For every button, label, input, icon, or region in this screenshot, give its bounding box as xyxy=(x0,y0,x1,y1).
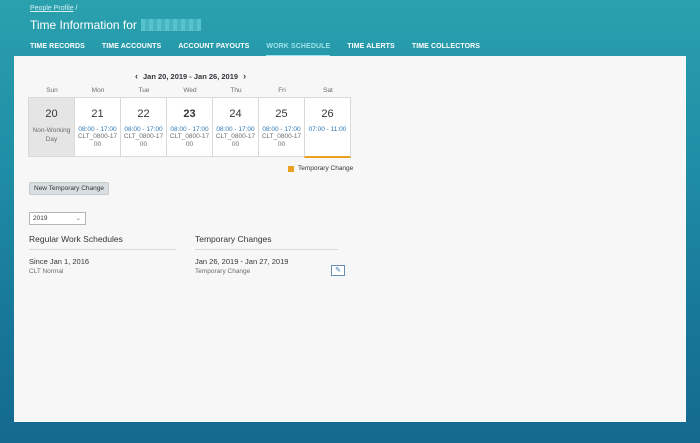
temporary-change-name: Temporary Change xyxy=(195,268,251,275)
pencil-icon[interactable]: ✎ xyxy=(331,265,345,276)
year-select-value: 2019 xyxy=(33,215,48,222)
shift-code: CLT_0800-1700 xyxy=(169,133,210,148)
chevron-left-icon[interactable]: ‹ xyxy=(130,71,143,81)
legend-label: Temporary Change xyxy=(298,165,354,172)
legend-swatch xyxy=(288,165,294,172)
day-name: Sat xyxy=(323,87,333,94)
non-working-day-label: Non-Working Day xyxy=(32,127,71,143)
day-column-thu: Thu 24 08:00 - 17:00 CLT_0800-1700 xyxy=(212,87,259,158)
shift-time: 08:00 - 17:00 xyxy=(124,126,163,133)
day-number: 25 xyxy=(275,108,288,120)
day-name: Sun xyxy=(46,87,58,94)
day-name: Tue xyxy=(138,87,150,94)
day-cell-wed[interactable]: 23 08:00 - 17:00 CLT_0800-1700 xyxy=(166,97,213,157)
new-temporary-change-button[interactable]: New Temporary Change xyxy=(29,182,109,195)
shift-time: 08:00 - 17:00 xyxy=(262,126,301,133)
day-cell-mon[interactable]: 21 08:00 - 17:00 CLT_0800-1700 xyxy=(74,97,121,157)
legend: Temporary Change xyxy=(288,165,353,172)
day-number: 26 xyxy=(321,108,334,120)
shift-code: CLT_0800-1700 xyxy=(261,133,302,148)
day-cell-fri[interactable]: 25 08:00 - 17:00 CLT_0800-1700 xyxy=(258,97,305,157)
day-cell-tue[interactable]: 22 08:00 - 17:00 CLT_0800-1700 xyxy=(120,97,167,157)
day-name: Wed xyxy=(183,87,197,94)
shift-code: CLT_0800-1700 xyxy=(77,133,118,148)
chevron-down-icon: ⌄ xyxy=(75,215,81,222)
temporary-change-range: Jan 26, 2019 - Jan 27, 2019 xyxy=(195,257,289,266)
breadcrumb: People Profile / xyxy=(30,5,78,12)
tab-time-records[interactable]: TIME RECORDS xyxy=(30,43,85,57)
day-cell-thu[interactable]: 24 08:00 - 17:00 CLT_0800-1700 xyxy=(212,97,259,157)
day-number-today: 23 xyxy=(183,108,196,120)
regular-since: Since Jan 1, 2016 xyxy=(29,257,90,266)
tab-time-collectors[interactable]: TIME COLLECTORS xyxy=(412,43,480,57)
day-name: Fri xyxy=(278,87,286,94)
shift-code: CLT_0800-1700 xyxy=(215,133,256,148)
day-name: Thu xyxy=(230,87,242,94)
day-column-mon: Mon 21 08:00 - 17:00 CLT_0800-1700 xyxy=(74,87,121,158)
day-number: 22 xyxy=(137,108,150,120)
day-cell-sat[interactable]: 26 07:00 - 11:00 xyxy=(304,97,351,158)
redacted-name xyxy=(140,19,201,31)
year-select[interactable]: 2019 ⌄ xyxy=(29,212,86,225)
breadcrumb-separator: / xyxy=(75,5,78,12)
day-column-wed: Wed 23 08:00 - 17:00 CLT_0800-1700 xyxy=(166,87,213,158)
tab-bar: TIME RECORDS TIME ACCOUNTS ACCOUNT PAYOU… xyxy=(30,43,497,57)
shift-time: 08:00 - 17:00 xyxy=(170,126,209,133)
week-range: Jan 20, 2019 - Jan 26, 2019 xyxy=(143,71,239,81)
breadcrumb-people-profile-link[interactable]: People Profile xyxy=(30,5,74,12)
temporary-changes-divider xyxy=(195,249,338,250)
day-column-tue: Tue 22 08:00 - 17:00 CLT_0800-1700 xyxy=(120,87,167,158)
day-column-sun: Sun 20 Non-Working Day xyxy=(28,87,75,158)
regular-schedules-title: Regular Work Schedules xyxy=(29,234,123,244)
shift-time: 08:00 - 17:00 xyxy=(78,126,117,133)
page-title: Time Information for xyxy=(30,18,201,32)
shift-time: 08:00 - 17:00 xyxy=(216,126,255,133)
day-number: 21 xyxy=(91,108,104,120)
content-panel: ‹ Jan 20, 2019 - Jan 26, 2019 › Sun 20 N… xyxy=(14,56,686,422)
page-title-text: Time Information for xyxy=(30,18,137,32)
tab-time-alerts[interactable]: TIME ALERTS xyxy=(347,43,395,57)
shift-time: 07:00 - 11:00 xyxy=(308,126,347,133)
day-column-sat: Sat 26 07:00 - 11:00 xyxy=(304,87,351,158)
shift-code: CLT_0800-1700 xyxy=(123,133,164,148)
regular-schedules-divider xyxy=(29,249,176,250)
tab-time-accounts[interactable]: TIME ACCOUNTS xyxy=(102,43,161,57)
week-calendar: Sun 20 Non-Working Day Mon 21 08:00 - 17… xyxy=(28,87,351,158)
day-cell-sun[interactable]: 20 Non-Working Day xyxy=(28,97,75,157)
day-number: 24 xyxy=(229,108,242,120)
day-column-fri: Fri 25 08:00 - 17:00 CLT_0800-1700 xyxy=(258,87,305,158)
day-number: 20 xyxy=(45,108,58,120)
tab-account-payouts[interactable]: ACCOUNT PAYOUTS xyxy=(178,43,249,57)
temporary-changes-title: Temporary Changes xyxy=(195,234,272,244)
chevron-right-icon[interactable]: › xyxy=(238,71,251,81)
tab-work-schedule[interactable]: WORK SCHEDULE xyxy=(266,43,331,57)
week-navigator: ‹ Jan 20, 2019 - Jan 26, 2019 › xyxy=(130,71,251,81)
regular-schedule-name: CLT Normal xyxy=(29,268,64,275)
day-name: Mon xyxy=(91,87,105,94)
